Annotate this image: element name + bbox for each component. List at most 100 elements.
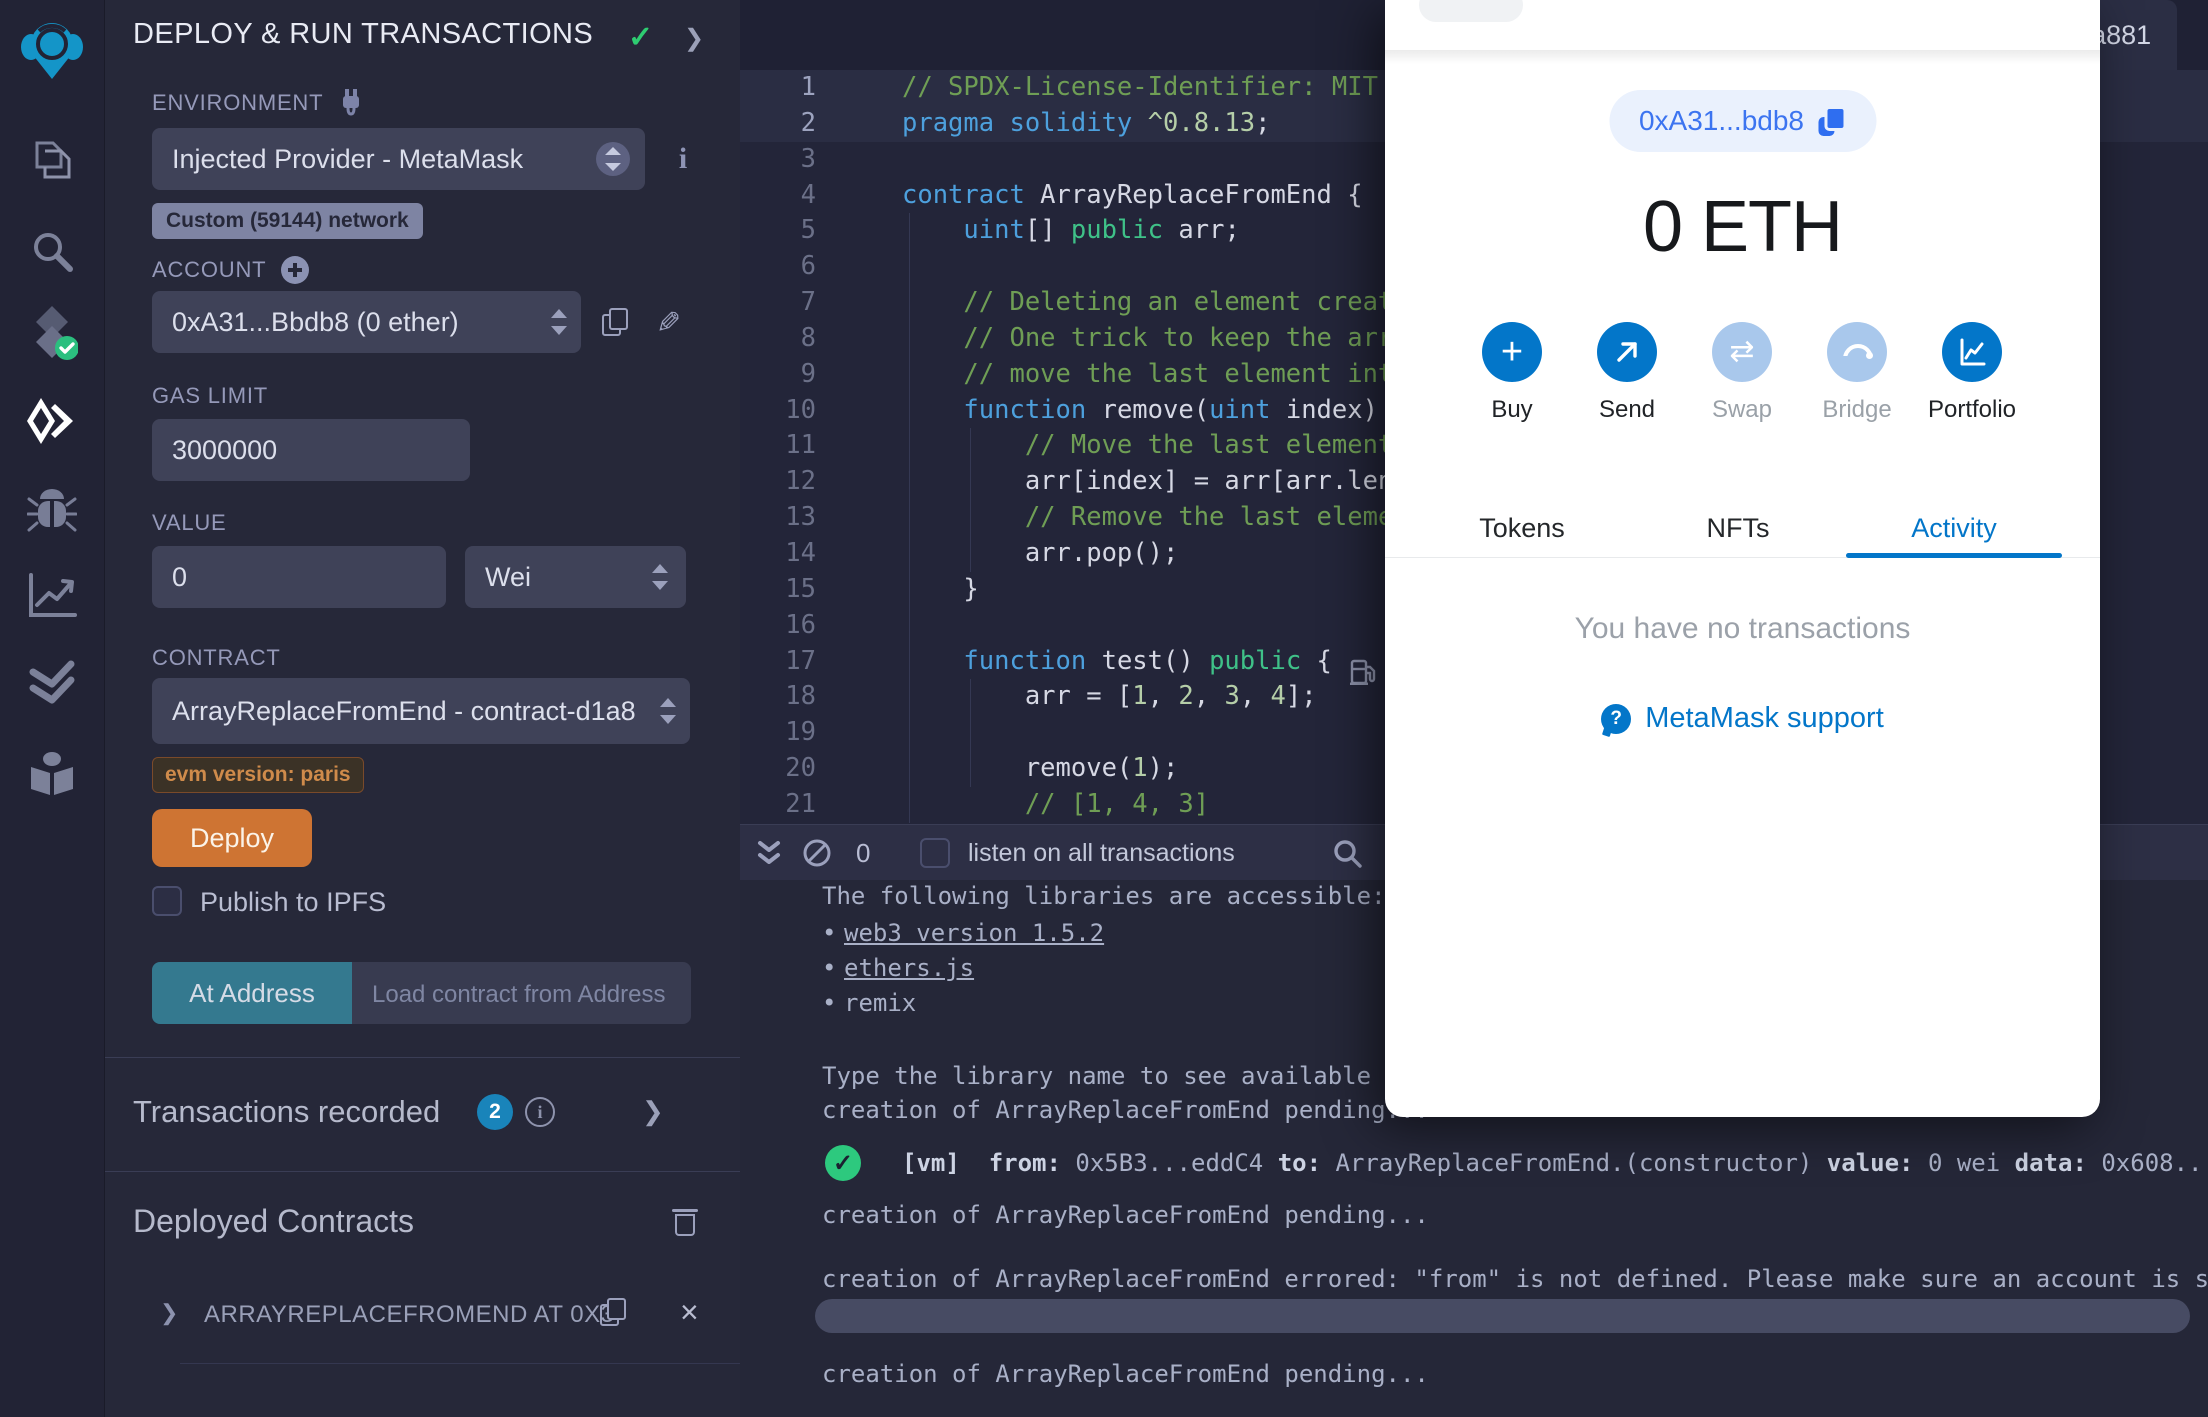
network-badge: Custom (59144) network — [152, 203, 423, 239]
remove-deployed-icon[interactable]: × — [680, 1294, 699, 1331]
account-stepper-icon[interactable] — [551, 309, 567, 335]
support-question-icon: ? — [1601, 703, 1632, 734]
file-explorer-icon[interactable] — [29, 137, 75, 183]
tx-success-icon: ✓ — [825, 1145, 861, 1181]
portfolio-icon — [1942, 322, 2002, 382]
analytics-icon[interactable] — [27, 573, 77, 619]
buy-button[interactable]: + Buy — [1452, 322, 1572, 424]
deployed-contracts-label: Deployed Contracts — [133, 1203, 415, 1239]
publish-ipfs-checkbox[interactable] — [152, 886, 182, 916]
value-label: VALUE — [152, 510, 227, 535]
panel-check-icon: ✓ — [628, 21, 654, 54]
deployed-item-chevron-icon[interactable]: ❯ — [160, 1300, 178, 1326]
indent-guide — [970, 679, 971, 787]
environment-label: ENVIRONMENT — [152, 88, 365, 118]
line-number: 12 — [785, 466, 816, 497]
terminal-line: The following libraries are accessible: — [822, 882, 1386, 910]
line-number: 2 — [800, 107, 816, 138]
value-unit-stepper-icon[interactable] — [652, 564, 668, 590]
buy-icon: + — [1482, 322, 1542, 382]
bridge-icon — [1827, 322, 1887, 382]
line-number: 6 — [800, 251, 816, 282]
eth-balance: 0 ETH — [1642, 187, 1843, 267]
environment-select[interactable]: Injected Provider - MetaMask — [152, 128, 645, 190]
environment-info-icon[interactable]: i — [668, 142, 698, 175]
tab-nfts[interactable]: NFTs — [1630, 498, 1846, 558]
edit-account-icon[interactable]: ✎ — [656, 306, 681, 341]
line-number: 3 — [800, 143, 816, 174]
line-number: 1 — [800, 72, 816, 102]
contract-label: CONTRACT — [152, 645, 281, 670]
divider — [104, 1057, 740, 1058]
clear-deployed-icon[interactable] — [672, 1206, 698, 1236]
panel-expand-icon[interactable]: ❯ — [684, 24, 704, 53]
terminal-line[interactable]: • ethers.js — [822, 954, 974, 982]
line-number: 19 — [785, 717, 816, 748]
transactions-count-badge: 2 — [477, 1094, 513, 1130]
collapse-terminal-icon[interactable] — [754, 839, 784, 869]
deployed-item-label[interactable]: ARRAYREPLACEFROMEND AT 0X3 — [204, 1301, 614, 1329]
transactions-info-icon[interactable]: i — [525, 1097, 555, 1127]
remix-logo-icon[interactable] — [19, 17, 85, 83]
copy-account-icon[interactable] — [602, 308, 628, 336]
line-number: 9 — [800, 358, 816, 389]
learn-icon[interactable] — [27, 751, 77, 797]
line-number: 18 — [785, 681, 816, 712]
listen-transactions-checkbox[interactable] — [920, 838, 950, 868]
header-shadow — [1385, 50, 2100, 64]
contract-select[interactable]: ArrayReplaceFromEnd - contract-d1a8 — [152, 678, 690, 744]
publish-ipfs-label: Publish to IPFS — [200, 887, 387, 917]
terminal-line: [vm] from: 0x5B3...eddC4 to: ArrayReplac… — [902, 1149, 2208, 1177]
line-number: 21 — [785, 788, 816, 819]
plug-icon — [343, 89, 360, 116]
value-input[interactable] — [152, 546, 446, 608]
line-number: 15 — [785, 573, 816, 604]
deploy-button[interactable]: Deploy — [152, 809, 312, 867]
gas-limit-input[interactable] — [152, 419, 470, 481]
deploy-run-panel: DEPLOY & RUN TRANSACTIONS ✓ ❯ ENVIRONMEN… — [104, 0, 740, 1417]
metamask-popup: 0xA31...bdb8 0 ETH + Buy Send ⇄ Swap Bri… — [1385, 0, 2100, 1117]
active-tab-underline — [1846, 553, 2062, 558]
at-address-input[interactable] — [352, 962, 691, 1024]
tab-tokens[interactable]: Tokens — [1414, 498, 1630, 558]
line-number: 13 — [785, 502, 816, 533]
account-select[interactable]: 0xA31...Bbdb8 (0 ether) — [152, 291, 581, 353]
terminal-search-icon[interactable] — [1332, 838, 1362, 868]
line-number: 11 — [785, 430, 816, 461]
at-address-button[interactable]: At Address — [152, 962, 352, 1024]
unit-testing-icon[interactable] — [27, 660, 77, 706]
solidity-compiler-icon[interactable] — [26, 304, 78, 360]
panel-title: DEPLOY & RUN TRANSACTIONS — [133, 18, 594, 50]
terminal-line: creation of ArrayReplaceFromEnd errored:… — [822, 1265, 2208, 1293]
terminal-line[interactable]: • web3 version 1.5.2 — [822, 919, 1104, 947]
line-number: 20 — [785, 753, 816, 784]
indent-guide — [970, 428, 971, 572]
copy-deployed-icon[interactable] — [600, 1298, 626, 1326]
remix-ide-window: DEPLOY & RUN TRANSACTIONS ✓ ❯ ENVIRONMEN… — [0, 0, 2208, 1417]
transactions-expand-icon[interactable]: ❯ — [642, 1096, 664, 1127]
evm-version-badge: evm version: paris — [152, 757, 364, 793]
divider — [180, 1363, 740, 1364]
add-account-icon[interactable] — [280, 255, 310, 285]
debugger-icon[interactable] — [27, 487, 77, 535]
line-number: 7 — [800, 287, 816, 318]
line-number: 5 — [800, 215, 816, 246]
account-label: ACCOUNT — [152, 255, 310, 285]
environment-stepper-icon[interactable] — [596, 142, 630, 176]
contract-stepper-icon[interactable] — [660, 698, 676, 724]
send-button[interactable]: Send — [1567, 322, 1687, 424]
deploy-run-icon[interactable] — [25, 396, 79, 446]
account-address-pill[interactable]: 0xA31...bdb8 — [1608, 90, 1877, 152]
send-icon — [1597, 322, 1657, 382]
activity-bar — [0, 0, 105, 1417]
metamask-support-link[interactable]: ? MetaMask support — [1385, 702, 2100, 735]
copy-address-icon[interactable] — [1818, 106, 1847, 136]
gas-limit-label: GAS LIMIT — [152, 383, 268, 408]
address-text: 0xA31...bdb8 — [1638, 105, 1805, 136]
clear-console-icon[interactable] — [802, 838, 832, 868]
portfolio-button[interactable]: Portfolio — [1912, 322, 2032, 424]
tab-activity[interactable]: Activity — [1846, 498, 2062, 558]
search-icon[interactable] — [29, 228, 75, 274]
indent-guide — [909, 213, 910, 823]
terminal-scrollbar[interactable] — [815, 1299, 2190, 1333]
